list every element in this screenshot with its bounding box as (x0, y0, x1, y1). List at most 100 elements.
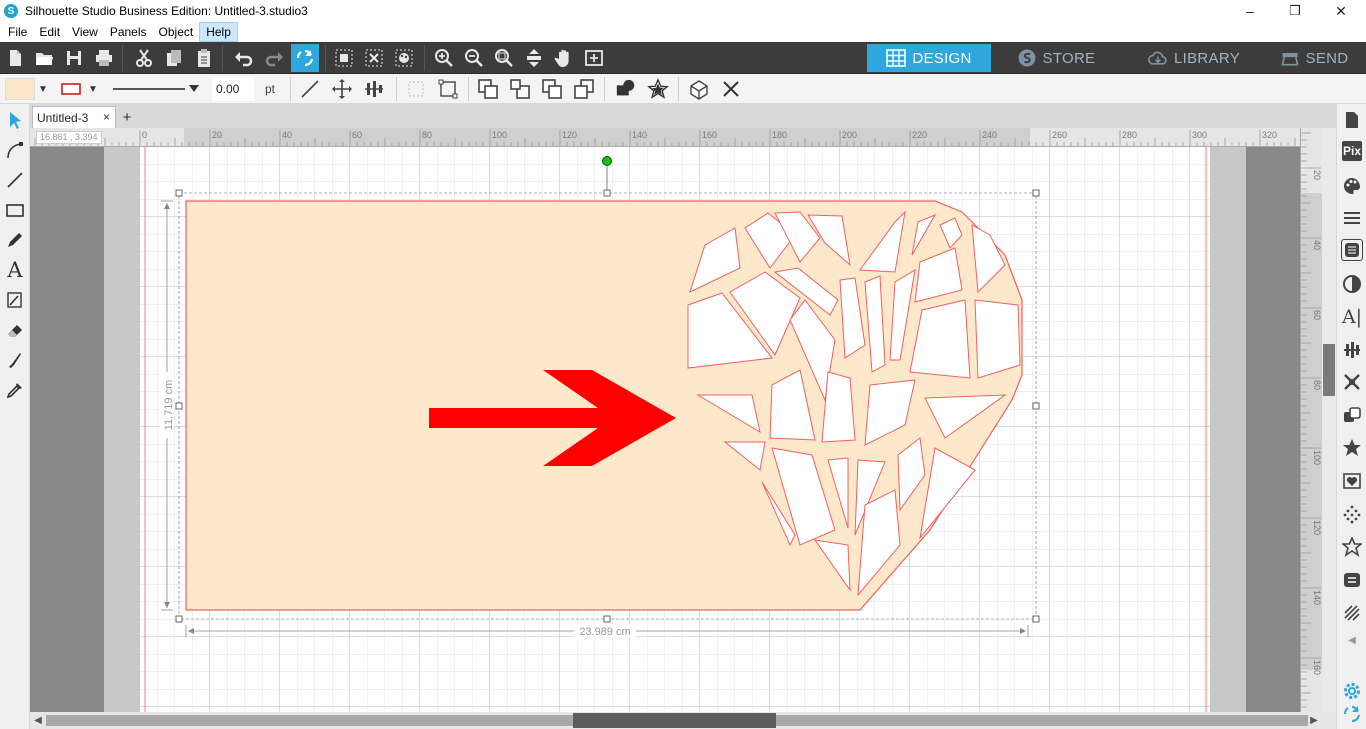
print-icon[interactable] (92, 46, 116, 70)
transform-icon[interactable] (1340, 370, 1364, 394)
line-width-input[interactable]: 0.00 (212, 77, 254, 101)
weld-icon[interactable] (612, 77, 640, 101)
zoom-page-icon[interactable] (582, 46, 606, 70)
draw-line-icon[interactable] (3, 168, 27, 192)
menu-view[interactable]: View (66, 23, 104, 41)
cut-icon[interactable] (132, 46, 156, 70)
redo-icon[interactable] (262, 46, 286, 70)
horizontal-scroll-thumb[interactable] (573, 713, 776, 728)
deselect-icon[interactable] (362, 46, 386, 70)
align-icon[interactable] (362, 77, 386, 101)
text-tool-icon[interactable]: A (3, 258, 27, 282)
transparency-icon[interactable] (1340, 272, 1364, 296)
group-icon[interactable] (404, 77, 428, 101)
knife-icon[interactable] (3, 348, 27, 372)
vertical-scrollbar[interactable] (1322, 128, 1336, 712)
line-color-swatch[interactable] (60, 77, 82, 101)
scroll-right-arrow-icon[interactable]: ▶ (1308, 714, 1320, 727)
menu-help[interactable]: Help (199, 22, 238, 42)
h-ruler-label: 280 (1122, 130, 1137, 140)
send-backward-icon[interactable] (572, 77, 596, 101)
vertical-scroll-thumb[interactable] (1323, 344, 1335, 396)
fill-color-swatch[interactable] (5, 78, 35, 100)
tab-design[interactable]: DESIGN (867, 44, 991, 72)
modify-star-icon[interactable] (1340, 436, 1364, 460)
tab-send[interactable]: SEND (1262, 44, 1366, 72)
select-by-color-icon[interactable] (392, 46, 416, 70)
tab-library[interactable]: LIBRARY (1128, 44, 1260, 72)
settings-gear-icon[interactable] (1340, 679, 1364, 703)
refresh-icon[interactable] (1340, 702, 1364, 726)
zoom-out-icon[interactable] (462, 46, 486, 70)
open-folder-icon[interactable] (32, 46, 56, 70)
replicate-icon[interactable] (686, 77, 712, 101)
pencil-icon[interactable] (3, 228, 27, 252)
resize-handle-tm[interactable] (603, 189, 611, 197)
trace-dots-icon[interactable] (1340, 502, 1364, 526)
offset-star-icon[interactable] (644, 77, 672, 101)
nesting-icon[interactable] (1340, 568, 1364, 592)
resize-handle-mr[interactable] (1032, 402, 1040, 410)
redraw-icon[interactable] (291, 44, 319, 72)
line-style-icon[interactable] (1340, 206, 1364, 230)
fit-to-page-icon[interactable] (522, 46, 546, 70)
resize-handle-bl[interactable] (175, 615, 183, 623)
design-canvas[interactable]: 23.989 cm 11.719 cm (30, 147, 1300, 712)
point-edit-icon[interactable] (3, 138, 27, 162)
rotate-handle[interactable] (602, 156, 612, 166)
resize-handle-tl[interactable] (175, 189, 183, 197)
align-panel-icon[interactable] (1340, 338, 1364, 362)
new-document-icon[interactable] (3, 46, 27, 70)
paste-icon[interactable] (192, 46, 216, 70)
pixscan-icon[interactable]: Pix (1342, 141, 1362, 161)
select-all-icon[interactable] (332, 46, 356, 70)
select-arrow-icon[interactable] (3, 108, 27, 132)
resize-handle-ml[interactable] (175, 402, 183, 410)
line-style-select[interactable] (110, 77, 200, 101)
menu-panels[interactable]: Panels (104, 23, 153, 41)
tab-store[interactable]: STORE (995, 44, 1117, 72)
eyedropper-icon[interactable] (3, 378, 27, 402)
move-icon[interactable] (330, 77, 354, 101)
close-window-button[interactable]: ✕ (1318, 0, 1364, 22)
eraser-icon[interactable] (3, 318, 27, 342)
zoom-select-icon[interactable] (492, 46, 516, 70)
horizontal-scrollbar[interactable]: ◀ ▶ (30, 712, 1336, 729)
save-icon[interactable] (62, 46, 86, 70)
fill-pattern-icon[interactable] (1341, 239, 1363, 261)
delete-x-icon[interactable] (718, 77, 744, 101)
resize-handle-bm[interactable] (603, 615, 611, 623)
copy-icon[interactable] (162, 46, 186, 70)
fill-dropdown-chevron-icon[interactable]: ▼ (36, 77, 50, 101)
ungroup-icon[interactable] (436, 77, 460, 101)
menu-file[interactable]: File (2, 23, 33, 41)
collapse-panel-chevron-icon[interactable]: ◀ (1340, 628, 1364, 652)
pan-hand-icon[interactable] (552, 46, 576, 70)
resize-handle-tr[interactable] (1032, 189, 1040, 197)
scroll-left-arrow-icon[interactable]: ◀ (32, 714, 44, 727)
sketch-icon[interactable] (3, 288, 27, 312)
close-tab-icon[interactable]: × (103, 110, 110, 124)
page-setup-icon[interactable] (1340, 108, 1364, 132)
document-tab[interactable]: Untitled-3 × (32, 106, 116, 128)
resize-handle-br[interactable] (1032, 615, 1040, 623)
send-to-back-icon[interactable] (508, 77, 532, 101)
offset-star-outline-icon[interactable] (1340, 535, 1364, 559)
sketch-hatch-icon[interactable] (1340, 601, 1364, 625)
rectangle-icon[interactable] (3, 198, 27, 222)
restore-button[interactable]: ❐ (1272, 0, 1318, 22)
line-color-chevron-icon[interactable]: ▼ (86, 77, 100, 101)
bring-forward-icon[interactable] (540, 77, 564, 101)
bring-to-front-icon[interactable] (476, 77, 500, 101)
minimize-button[interactable]: – (1227, 0, 1273, 22)
replicate-panel-icon[interactable] (1340, 403, 1364, 427)
menu-object[interactable]: Object (153, 23, 200, 41)
library-heart-icon[interactable] (1340, 469, 1364, 493)
text-style-icon[interactable]: A| (1340, 305, 1364, 329)
menu-edit[interactable]: Edit (33, 23, 66, 41)
fill-palette-icon[interactable] (1340, 174, 1364, 198)
zoom-in-icon[interactable] (432, 46, 456, 70)
add-tab-button[interactable]: + (118, 108, 136, 126)
undo-icon[interactable] (232, 46, 256, 70)
line-tool-icon[interactable] (298, 77, 322, 101)
